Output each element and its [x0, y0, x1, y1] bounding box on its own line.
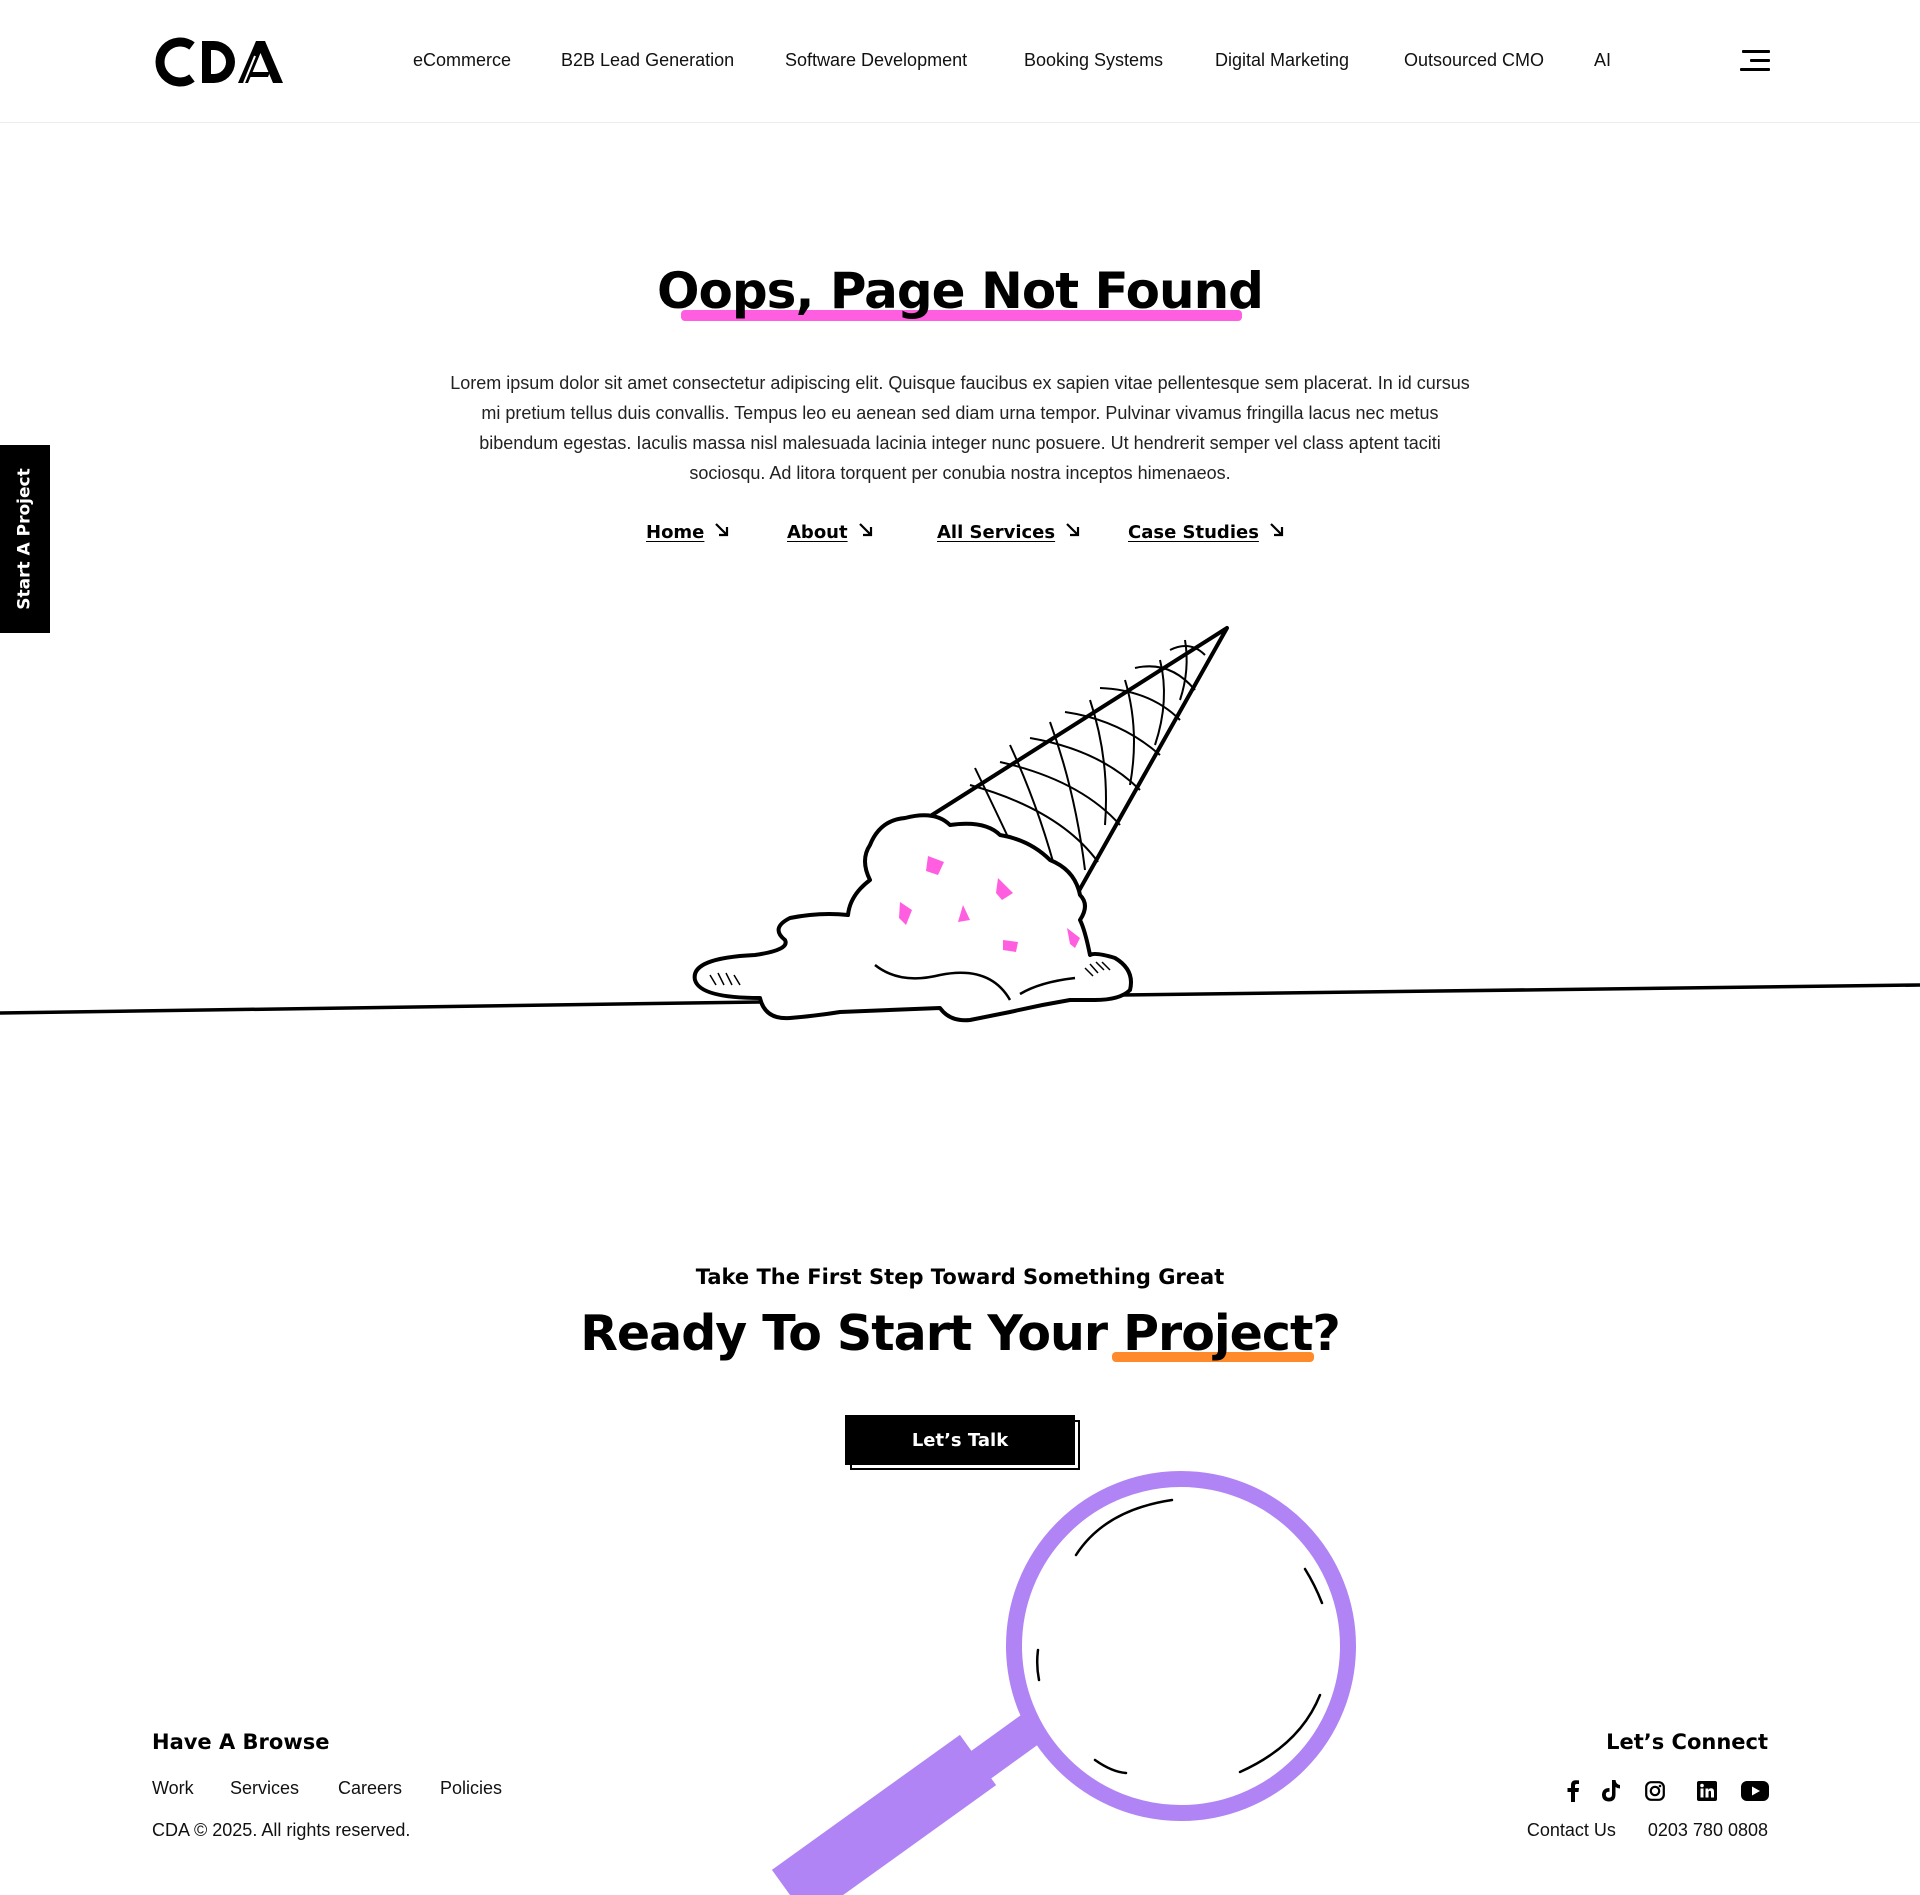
- youtube-icon[interactable]: [1740, 1778, 1770, 1804]
- magnifying-glass-illustration: [771, 1471, 1356, 1895]
- cta-title: Ready To Start Your Project?: [580, 1305, 1341, 1362]
- site-header: eCommerce B2B Lead Generation Software D…: [0, 0, 1920, 123]
- link-about[interactable]: About: [787, 522, 874, 543]
- nav-ai[interactable]: AI: [1594, 50, 1611, 71]
- nav-ecommerce[interactable]: eCommerce: [413, 50, 511, 71]
- lets-talk-button[interactable]: Let’s Talk: [845, 1415, 1075, 1465]
- link-all-services[interactable]: All Services: [937, 522, 1081, 543]
- footer-link-policies[interactable]: Policies: [440, 1778, 502, 1799]
- footer-link-work[interactable]: Work: [152, 1778, 194, 1799]
- nav-software-development[interactable]: Software Development: [785, 50, 967, 71]
- footer-link-services[interactable]: Services: [230, 1778, 299, 1799]
- cta-subtitle: Take The First Step Toward Something Gre…: [695, 1265, 1225, 1289]
- footer-browse-title: Have A Browse: [152, 1730, 330, 1754]
- link-about-label: About: [787, 522, 848, 543]
- link-case-studies-label: Case Studies: [1128, 522, 1259, 543]
- arrow-down-right-icon: [714, 522, 730, 543]
- link-home[interactable]: Home: [646, 522, 730, 543]
- quick-links: Home About All Services Case Studies: [0, 522, 1920, 552]
- arrow-down-right-icon: [1065, 522, 1081, 543]
- link-case-studies[interactable]: Case Studies: [1128, 522, 1285, 543]
- main-nav: eCommerce B2B Lead Generation Software D…: [0, 0, 1920, 123]
- tiktok-icon[interactable]: [1598, 1778, 1624, 1804]
- arrow-down-right-icon: [858, 522, 874, 543]
- footer-contact-us-link[interactable]: Contact Us: [1527, 1820, 1616, 1840]
- footer-contact-row: Contact Us 0203 780 0808: [1527, 1820, 1768, 1841]
- facebook-icon[interactable]: [1560, 1778, 1586, 1804]
- hamburger-menu-icon[interactable]: [1738, 46, 1770, 74]
- page-title: Oops, Page Not Found: [657, 262, 1264, 320]
- link-home-label: Home: [646, 522, 705, 543]
- hero-description: Lorem ipsum dolor sit amet consectetur a…: [450, 373, 1470, 483]
- nav-digital-marketing[interactable]: Digital Marketing: [1215, 50, 1349, 71]
- social-links: [1560, 1778, 1770, 1804]
- nav-outsourced-cmo[interactable]: Outsourced CMO: [1404, 50, 1544, 71]
- arrow-down-right-icon: [1269, 522, 1285, 543]
- cta-title-wrap: Ready To Start Your Project?: [0, 1305, 1920, 1362]
- instagram-icon[interactable]: [1642, 1778, 1668, 1804]
- footer-link-careers[interactable]: Careers: [338, 1778, 402, 1799]
- cta-title-main: Ready To Start Your: [580, 1305, 1124, 1362]
- copyright: CDA © 2025. All rights reserved.: [152, 1820, 411, 1840]
- footer-connect-title: Let’s Connect: [1606, 1730, 1768, 1754]
- nav-booking-systems[interactable]: Booking Systems: [1024, 50, 1163, 71]
- dropped-ice-cream-illustration: [0, 626, 1920, 1023]
- linkedin-icon[interactable]: [1694, 1778, 1720, 1804]
- cta-title-highlight: Project?: [1123, 1305, 1341, 1362]
- nav-b2b-lead-generation[interactable]: B2B Lead Generation: [561, 50, 734, 71]
- link-all-services-label: All Services: [937, 522, 1056, 543]
- hero-title-wrap: Oops, Page Not Found: [0, 262, 1920, 320]
- footer-phone-link[interactable]: 0203 780 0808: [1648, 1820, 1768, 1840]
